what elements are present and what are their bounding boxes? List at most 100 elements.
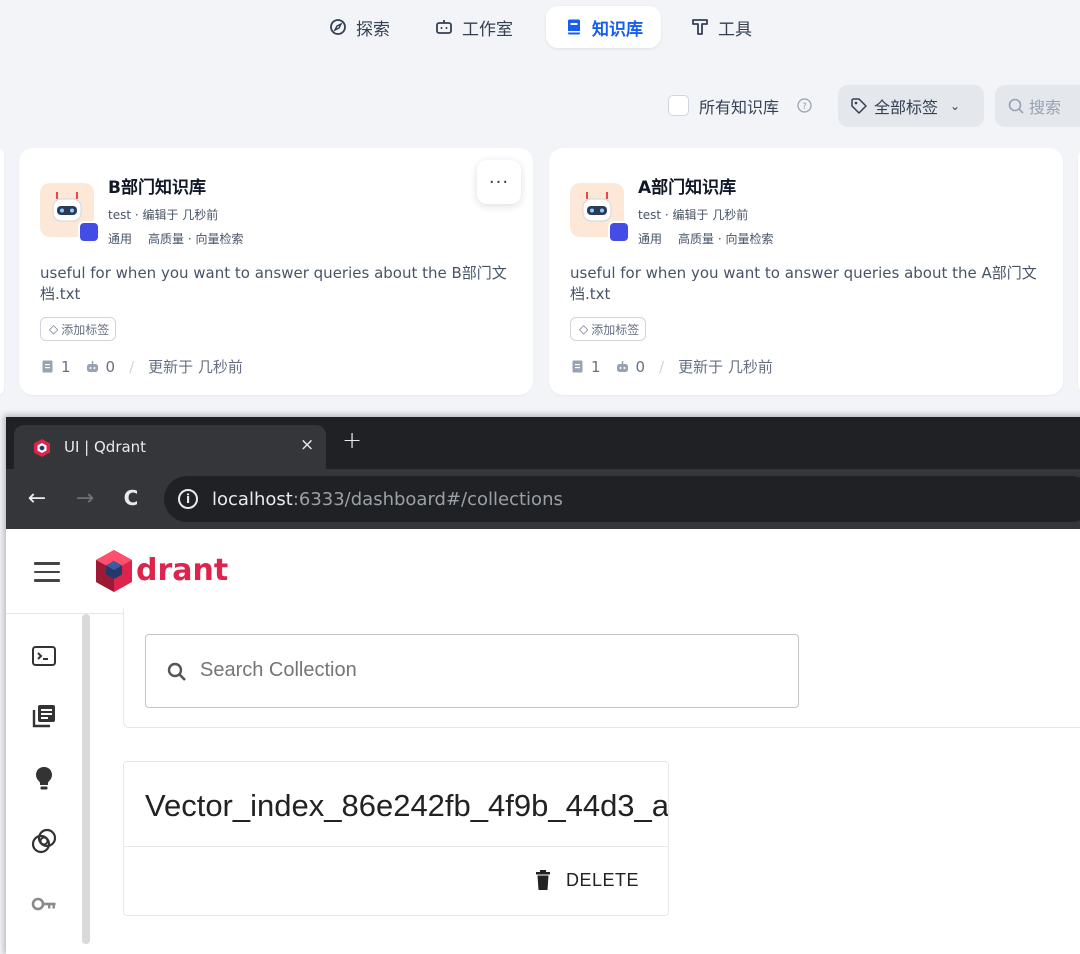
- top-navigation: 探索 工作室 知识库 工具: [0, 6, 1080, 48]
- search-icon: [1008, 98, 1024, 114]
- app-icon: [86, 361, 98, 372]
- add-tag-label: 添加标签: [591, 322, 640, 337]
- add-tag-button[interactable]: ◇ 添加标签: [570, 317, 647, 341]
- nav-tools[interactable]: 工具: [672, 6, 770, 48]
- knowledge-title: B部门知识库: [108, 178, 206, 198]
- knowledge-card-partial[interactable]: [0, 148, 4, 395]
- browser-tab[interactable]: UI | Qdrant ×: [14, 425, 326, 469]
- collection-name[interactable]: Vector_index_86e242fb_4f9b_44d3_a: [145, 788, 668, 824]
- search-collection-input[interactable]: [200, 659, 760, 682]
- tab-strip: UI | Qdrant × +: [6, 417, 1080, 469]
- add-tag-button[interactable]: ◇ 添加标签: [40, 317, 117, 341]
- search-panel: [123, 608, 1080, 728]
- qdrant-favicon-icon: [34, 439, 50, 457]
- new-tab-button[interactable]: +: [342, 426, 362, 454]
- access-key-icon[interactable]: [30, 890, 58, 918]
- qdrant-logo-icon: [96, 550, 132, 592]
- robot-icon: [436, 20, 452, 34]
- filter-bar: 所有知识库 ? 全部标签 ⌄ 搜索: [0, 84, 1080, 128]
- browser-toolbar: ← → C i localhost:6333/dashboard#/collec…: [6, 469, 1080, 529]
- document-count: 1: [591, 357, 601, 376]
- more-options-button[interactable]: ···: [477, 160, 521, 204]
- nav-studio[interactable]: 工作室: [416, 6, 531, 48]
- back-button[interactable]: ←: [24, 485, 50, 511]
- compass-icon: [330, 19, 346, 35]
- divider: /: [659, 357, 665, 376]
- search-icon: [167, 662, 186, 681]
- nav-studio-label: 工作室: [462, 19, 513, 40]
- document-icon: [572, 360, 583, 373]
- index-label: 高质量 · 向量检索: [148, 232, 244, 246]
- knowledge-meta: test · 编辑于 几秒前: [638, 208, 749, 222]
- qdrant-main: Vector_index_86e242fb_4f9b_44d3_a DELETE: [92, 608, 1080, 954]
- knowledge-badges: 通用 高质量 · 向量检索: [108, 230, 243, 247]
- add-tag-label: 添加标签: [61, 322, 110, 337]
- search-placeholder: 搜索: [1029, 98, 1062, 117]
- all-knowledge-label: 所有知识库: [699, 98, 780, 117]
- divider: /: [129, 357, 135, 376]
- tool-icon: [692, 19, 708, 35]
- chevron-down-icon: ⌄: [950, 99, 961, 113]
- svg-text:?: ?: [802, 102, 807, 112]
- help-icon[interactable]: ?: [796, 97, 813, 114]
- updated-time: 更新于 几秒前: [148, 358, 243, 376]
- search-collection-field[interactable]: [145, 634, 799, 708]
- card-divider: [124, 846, 668, 847]
- tag-filter-label: 全部标签: [874, 98, 939, 117]
- delete-collection-button[interactable]: DELETE: [524, 858, 649, 902]
- index-label: 高质量 · 向量检索: [678, 232, 774, 246]
- nav-explore[interactable]: 探索: [310, 6, 408, 48]
- knowledge-description: useful for when you want to answer queri…: [570, 264, 1037, 303]
- browser-window: UI | Qdrant × + ← → C i localhost:6333/d…: [6, 417, 1080, 954]
- lightbulb-icon[interactable]: [30, 764, 58, 792]
- qdrant-header: drant: [6, 529, 1080, 614]
- app-icon: [616, 361, 628, 372]
- knowledge-stats: 1 0 / 更新于 几秒前: [40, 356, 243, 377]
- knowledge-title: A部门知识库: [638, 178, 737, 198]
- url-text: localhost:6333/dashboard#/collections: [212, 489, 563, 510]
- menu-icon[interactable]: [34, 562, 60, 582]
- knowledge-avatar: [570, 183, 630, 243]
- url-host: localhost: [212, 489, 293, 510]
- app-count: 0: [105, 357, 116, 376]
- tag-icon: [851, 98, 867, 114]
- nav-explore-label: 探索: [356, 19, 390, 40]
- trash-icon: [536, 870, 550, 890]
- knowledge-meta: test · 编辑于 几秒前: [108, 208, 219, 222]
- knowledge-search[interactable]: 搜索: [995, 85, 1080, 127]
- knowledge-description: useful for when you want to answer queri…: [40, 264, 507, 303]
- console-icon[interactable]: [30, 642, 58, 670]
- knowledge-card[interactable]: B部门知识库 test · 编辑于 几秒前 通用 高质量 · 向量检索 usef…: [19, 148, 533, 395]
- url-path: :6333/dashboard#/collections: [292, 489, 563, 510]
- tab-title: UI | Qdrant: [64, 438, 147, 456]
- nav-tools-label: 工具: [718, 19, 752, 40]
- qdrant-logo-text: drant: [136, 553, 229, 588]
- tag-icon: ◇: [579, 322, 589, 336]
- mode-label: 通用: [638, 232, 663, 246]
- sidebar-scrollbar[interactable]: [82, 614, 90, 944]
- document-icon: [42, 360, 53, 373]
- qdrant-sidebar: [6, 614, 92, 954]
- delete-label: DELETE: [566, 869, 640, 890]
- collection-card[interactable]: Vector_index_86e242fb_4f9b_44d3_a DELETE: [123, 761, 669, 916]
- tag-filter-dropdown[interactable]: 全部标签 ⌄: [838, 85, 984, 127]
- dataset-badge-icon: [608, 221, 630, 243]
- knowledge-avatar: [40, 183, 100, 243]
- document-count: 1: [61, 357, 71, 376]
- nav-knowledge-label: 知识库: [592, 19, 643, 40]
- info-icon[interactable]: i: [178, 489, 198, 509]
- knowledge-stats: 1 0 / 更新于 几秒前: [570, 356, 773, 377]
- reload-button[interactable]: C: [118, 485, 144, 511]
- datasets-icon[interactable]: [30, 827, 58, 855]
- close-tab-icon[interactable]: ×: [300, 435, 314, 455]
- mode-label: 通用: [108, 232, 133, 246]
- nav-knowledge[interactable]: 知识库: [546, 6, 661, 48]
- all-knowledge-checkbox[interactable]: [668, 95, 689, 116]
- app-count: 0: [635, 357, 646, 376]
- address-bar[interactable]: i localhost:6333/dashboard#/collections: [164, 476, 1080, 522]
- knowledge-card[interactable]: A部门知识库 test · 编辑于 几秒前 通用 高质量 · 向量检索 usef…: [549, 148, 1063, 395]
- collections-icon[interactable]: [30, 702, 58, 730]
- ellipsis-icon: ···: [488, 171, 510, 193]
- forward-button[interactable]: →: [72, 485, 98, 511]
- book-icon: [568, 19, 580, 35]
